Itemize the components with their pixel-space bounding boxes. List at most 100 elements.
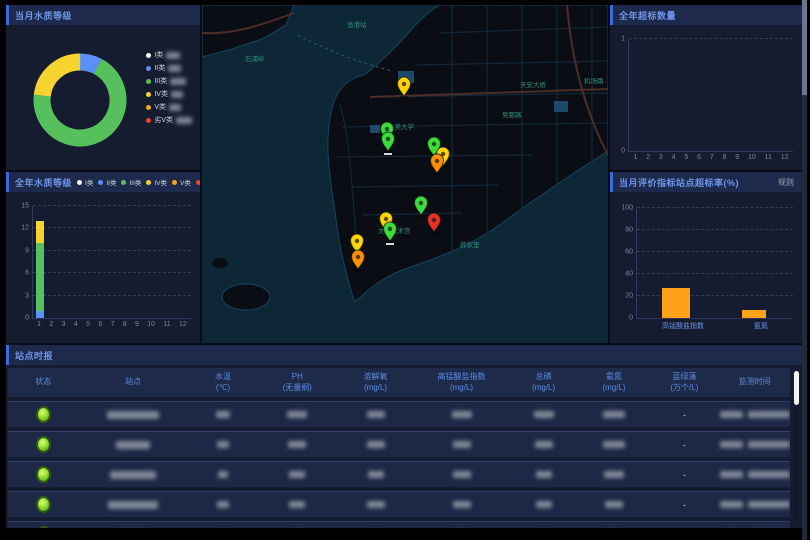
legend-item-III类[interactable]: III类 [121,177,141,187]
table-cell [508,411,578,418]
legend-item-V类[interactable]: V类 [146,102,192,112]
legend-item-II类[interactable]: II类 [98,177,116,187]
year-quality-bar-chart[interactable]: 03691215123456789101112 [32,206,191,319]
legend-item-II类[interactable]: II类 [146,63,192,73]
year-exceed-chart[interactable]: 01123456789101112 [628,39,793,152]
legend-value-redacted [166,52,180,59]
table-cell [78,441,187,449]
y-tick-label: 40 [625,271,633,278]
table-cell [336,411,414,418]
legend-dot-icon [146,53,151,58]
table-body: - - - - - [8,401,790,528]
legend-label: I类 [85,177,93,187]
month-rate-bar-chart[interactable]: 020406080100高锰酸盐指数氨氮 [636,208,793,319]
column-unit: (mg/L) [532,383,555,393]
column-header-溶解氧: 溶解氧(mg/L) [336,372,414,393]
y-tick-label: 60 [625,249,633,256]
station-name-redacted [107,411,159,419]
x-tick-label: 5 [684,154,688,161]
timestamp-redacted [748,501,790,508]
table-row[interactable]: - [8,401,790,427]
value-redacted [218,471,228,478]
y-tick-label: 12 [21,225,29,232]
y-tick-label: 15 [21,203,29,210]
legend-item-劣V类[interactable]: 劣V类 [146,115,192,125]
x-tick-label: 6 [98,321,102,328]
table-row[interactable]: - [8,461,790,487]
stacked-bar-III类[interactable] [36,243,44,310]
legend-value-redacted [171,91,183,98]
column-header-站点: 站点 [78,377,187,387]
rate-bar-高锰酸盐指数[interactable] [662,288,690,318]
y-tick-label: 0 [629,315,633,322]
column-header-蓝绿藻: 蓝绿藻(万个/L) [649,372,719,393]
value-redacted [289,501,305,508]
column-label: 监测时间 [739,377,771,387]
y-tick-label: 6 [25,270,29,277]
column-label: 水温 [215,372,231,382]
table-cell [258,441,336,448]
legend-item-IV类[interactable]: IV类 [146,177,167,187]
legend-item-V类[interactable]: V类 [172,177,191,187]
legend-item-IV类[interactable]: IV类 [146,89,192,99]
legend-item-I类[interactable]: I类 [77,177,93,187]
table-cell [78,411,187,419]
rate-bar-氨氮[interactable] [742,310,766,318]
table-cell: - [649,500,719,510]
map-panel[interactable]: 石浦岭渔港站集美大学天安大桥吴都路机场路文化艺术宫薛家里 [202,5,608,343]
legend-item-III类[interactable]: III类 [146,76,192,86]
table-scrollbar[interactable] [794,369,799,519]
algae-value: - [683,500,686,510]
legend-label: II类 [154,63,165,73]
city-map[interactable]: 石浦岭渔港站集美大学天安大桥吴都路机场路文化艺术宫薛家里 [202,5,608,343]
legend-label: 劣V类 [154,115,173,125]
month-quality-donut-chart[interactable] [20,40,140,160]
x-tick-label: 3 [659,154,663,161]
legend-label: I类 [154,50,163,60]
x-tick-label: 9 [135,321,139,328]
table-cell: - [649,470,719,480]
x-tick-label: 12 [781,154,789,161]
rules-link[interactable]: 规则 [778,177,794,188]
gridline [33,295,191,296]
value-redacted [368,471,384,478]
legend-dot-icon [146,66,151,71]
panel-month-rate: 当月评价指标站点超标率(%) 规则 020406080100高锰酸盐指数氨氮 [610,172,802,343]
legend-item-I类[interactable]: I类 [146,50,192,60]
column-label: 状态 [35,377,51,387]
table-cell [336,501,414,508]
y-tick-label: 20 [625,293,633,300]
y-tick-label: 0 [25,315,29,322]
page-scrollbar[interactable] [802,0,807,540]
stacked-bar-IV类[interactable] [36,221,44,243]
timestamp-redacted [720,411,743,418]
x-tick-label: 1 [633,154,637,161]
table-row[interactable]: - [8,431,790,457]
table-row[interactable]: - [8,491,790,517]
panel-header: 站点时报 [6,345,802,365]
map-label: 机场路 [584,76,604,85]
column-label: 蓝绿藻 [672,372,696,382]
table-row[interactable]: - [8,521,790,528]
stacked-bar-II类[interactable] [36,311,44,318]
column-unit: (mg/L) [450,383,473,393]
value-redacted [367,501,385,508]
y-tick-label: 3 [25,292,29,299]
panel-year-quality: 全年水质等级 I类II类III类IV类V类劣V类 036912151234567… [6,172,200,343]
x-tick-label: 11 [765,154,772,161]
x-tick-label: 12 [179,321,187,328]
station-name-redacted [110,471,156,479]
legend-item-劣V类[interactable]: 劣V类 [196,177,200,187]
value-redacted [367,411,385,418]
panel-title: 当月评价指标站点超标率(%) [619,176,739,189]
table-cell [720,501,790,508]
table-scrollbar-thumb[interactable] [794,371,799,405]
value-redacted [605,501,623,508]
gridline [637,251,793,252]
y-tick-label: 9 [25,247,29,254]
table-cell [579,471,649,478]
value-redacted [288,441,306,448]
page-scrollbar-thumb[interactable] [802,0,807,95]
value-redacted [452,411,472,418]
timestamp-redacted [748,441,790,448]
